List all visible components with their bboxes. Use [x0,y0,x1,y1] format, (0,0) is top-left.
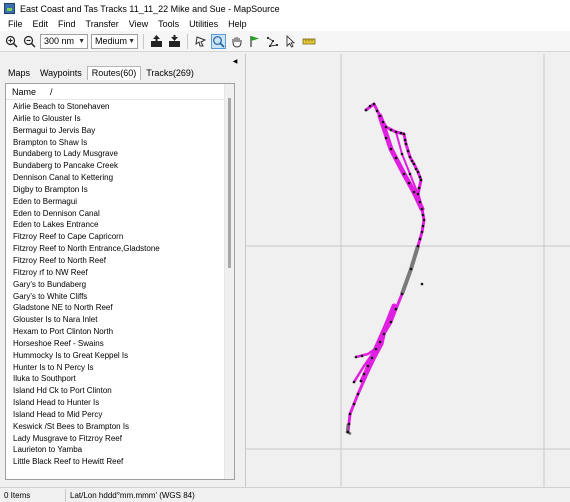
route-list-item[interactable]: Fitzroy Reef to Cape Capricorn [13,231,223,243]
route-list-item[interactable]: Gladstone NE to North Reef [13,302,223,314]
toolbar-separator [187,33,188,49]
waypoint-flag-icon[interactable] [247,34,262,49]
chevron-down-icon: ▼ [78,37,85,45]
route-list-item[interactable]: Airlie Beach to Stonehaven [13,101,223,113]
route-tool-icon[interactable] [265,34,280,49]
route-list-item[interactable]: Iluka to Southport [13,373,223,385]
measure-ruler-icon[interactable] [301,34,316,49]
route-list-item[interactable]: Island Hd Ck to Port Clinton [13,385,223,397]
route-list-item[interactable]: Fitzroy Reef to North Entrance,Gladstone [13,243,223,255]
tab-waypoints[interactable]: Waypoints [35,66,87,80]
list-body: Airlie Beach to Stonehaven Airlie to Glou… [13,101,223,468]
title-bar: East Coast and Tas Tracks 11_11_22 Mike … [0,0,570,17]
menu-utilities[interactable]: Utilities [184,19,223,29]
route-list-item[interactable]: Bermagui to Jervis Bay [13,125,223,137]
route-list-item[interactable]: Bundaberg to Lady Musgrave [13,148,223,160]
route-list-item[interactable]: Laurieton to Yamba [13,444,223,456]
list-header: Name / [6,84,226,100]
hand-pan-icon[interactable] [229,34,244,49]
zoom-scale-value: 300 nm [44,36,75,46]
status-bar: 0 Items Selected Lat/Lon hddd°mm.mmm' (W… [0,487,570,502]
zoom-scale-select[interactable]: 300 nm ▼ [40,33,88,49]
routes-list[interactable]: Name / Airlie Beach to Stonehaven Airlie … [5,83,235,480]
route-list-item[interactable]: Island Head to Mid Percy [13,409,223,421]
menu-find[interactable]: Find [53,19,81,29]
route-list-item[interactable]: Hexam to Port Clinton North [13,326,223,338]
route-list-item[interactable]: Bundaberg to Pancake Creek [13,160,223,172]
menu-tools[interactable]: Tools [153,19,184,29]
route-list-item[interactable]: Eden to Lakes Entrance [13,219,223,231]
menu-transfer[interactable]: Transfer [81,19,124,29]
route-list-item[interactable]: Eden to Bermagui [13,196,223,208]
zoom-in-icon[interactable] [4,34,19,49]
send-to-device-icon[interactable] [149,34,164,49]
map-canvas[interactable] [246,54,570,487]
toolbar-separator [143,33,144,49]
menu-help[interactable]: Help [223,19,252,29]
map-detail-value: Medium [95,36,128,46]
route-list-item[interactable]: Fitzroy rf to NW Reef [13,267,223,279]
menu-view[interactable]: View [124,19,153,29]
collapse-panel-icon[interactable]: ◀ [231,57,239,66]
route-list-item[interactable]: Hunter Is to N Percy Is [13,362,223,374]
tab-maps[interactable]: Maps [3,66,35,80]
route-list-item[interactable]: Little Black Reef to Hewitt Reef [13,456,223,468]
route-list-item[interactable]: Keswick /St Bees to Brampton Is [13,421,223,433]
mapsource-app-icon [4,3,15,14]
column-header-name[interactable]: Name [12,87,36,97]
route-list-item[interactable]: Brampton to Shaw Is [13,137,223,149]
selection-status: 0 Items Selected [0,488,66,502]
vertical-scrollbar[interactable] [224,84,234,479]
menu-edit[interactable]: Edit [28,19,54,29]
route-list-item[interactable]: Island Head to Hunter Is [13,397,223,409]
menu-bar: File Edit Find Transfer View Tools Utili… [0,17,570,31]
route-list-item[interactable]: Glouster Is to Nara Inlet [13,314,223,326]
tab-tracks[interactable]: Tracks(269) [141,66,199,80]
zoom-out-icon[interactable] [22,34,37,49]
map-view[interactable] [245,54,570,487]
route-list-item[interactable]: Dennison Canal to Kettering [13,172,223,184]
data-panel: ◀ Maps Waypoints Routes(60) Tracks(269) … [0,54,241,486]
panel-tabs: Maps Waypoints Routes(60) Tracks(269) [3,66,199,80]
route-waypoints[interactable] [346,102,426,434]
window-title: East Coast and Tas Tracks 11_11_22 Mike … [20,3,280,14]
sort-indicator: / [50,86,53,97]
tab-routes[interactable]: Routes(60) [86,66,142,80]
route-list-item[interactable]: Hummocky Is to Great Keppel Is [13,350,223,362]
route-list-item[interactable]: Eden to Dennison Canal [13,208,223,220]
selection-tool-icon[interactable] [193,34,208,49]
route-list-item[interactable]: Fitzroy Reef to North Reef [13,255,223,267]
map-detail-select[interactable]: Medium ▼ [91,33,138,49]
route-list-item[interactable]: Horseshoe Reef - Swains [13,338,223,350]
pointer-icon[interactable] [283,34,298,49]
menu-file[interactable]: File [3,19,28,29]
route-list-item[interactable]: Airlie to Glouster Is [13,113,223,125]
route-list-item[interactable]: Gary's to White Cliffs [13,291,223,303]
chevron-down-icon: ▼ [128,37,135,45]
toolbar: 300 nm ▼ Medium ▼ [0,31,570,52]
route-list-item[interactable]: Digby to Brampton Is [13,184,223,196]
route-list-item[interactable]: Gary's to Bundaberg [13,279,223,291]
scrollbar-thumb[interactable] [228,98,231,268]
zoom-tool-icon[interactable] [211,33,226,49]
coordinate-format: Lat/Lon hddd°mm.mmm' (WGS 84) [70,490,195,500]
route-list-item[interactable]: Lady Musgrave to Fitzroy Reef [13,433,223,445]
track-segment-gray[interactable] [400,245,420,295]
receive-from-device-icon[interactable] [167,34,182,49]
